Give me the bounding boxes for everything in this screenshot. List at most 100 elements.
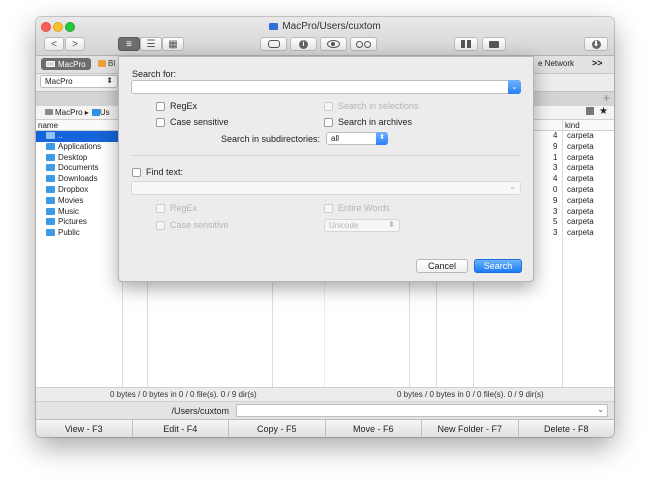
grid-icon: ▦: [168, 38, 178, 50]
case-sensitive2-checkbox[interactable]: Case sensitive: [156, 220, 229, 230]
updown-icon: ⬍: [376, 132, 388, 145]
chevron-down-icon[interactable]: ⌄: [508, 80, 521, 94]
forward-button[interactable]: >: [65, 37, 85, 51]
encoding-value: Unicode: [329, 221, 359, 230]
chevron-down-icon[interactable]: ⌄: [509, 182, 516, 191]
hard-drive-icon: [46, 61, 55, 67]
file-kind: carpeta: [567, 217, 594, 227]
checkbox-box: [324, 101, 333, 111]
regex2-label: RegEx: [170, 203, 198, 213]
column-kind-header[interactable]: kind: [565, 121, 580, 130]
hard-drive-icon: [45, 109, 53, 115]
volume-value: MacPro: [45, 77, 73, 86]
list-icon: ≡: [126, 38, 132, 50]
search-files-button[interactable]: [350, 37, 377, 51]
two-panel-icon: [461, 40, 471, 48]
item-count: 9: [553, 195, 558, 205]
item-count: 4: [553, 131, 558, 140]
find-text-input[interactable]: ⌄: [131, 181, 521, 195]
checkbox-box: [156, 220, 165, 230]
detail-list-icon: ☰: [146, 38, 156, 50]
download-icon: ⬇: [591, 39, 601, 49]
find-text-checkbox[interactable]: Find text:: [132, 167, 183, 177]
command-input[interactable]: ⌄: [236, 404, 608, 417]
checkbox-box: [156, 117, 165, 127]
cancel-button[interactable]: Cancel: [416, 259, 468, 273]
info-icon: i: [299, 39, 308, 49]
divider: [131, 155, 521, 156]
file-name: Downloads: [58, 174, 98, 184]
file-kind: carpeta: [567, 141, 594, 151]
drive-macpro-button[interactable]: MacPro: [41, 58, 91, 70]
new-folder-button[interactable]: New Folder - F7: [422, 420, 519, 437]
folder-icon: [46, 207, 55, 215]
square-icon[interactable]: [586, 107, 595, 115]
back-glyph: <: [51, 38, 57, 50]
folder-icon: [46, 132, 55, 139]
volume-select[interactable]: MacPro ⬍: [40, 75, 118, 88]
star-icon[interactable]: ★: [599, 106, 608, 117]
subdir-select[interactable]: all ⬍: [326, 132, 388, 145]
toggle-hidden-button[interactable]: [260, 37, 287, 51]
file-name: Applications: [58, 141, 102, 151]
terminal-button[interactable]: [482, 37, 506, 51]
entire-words-checkbox[interactable]: Entire Words: [324, 203, 390, 213]
search-button[interactable]: Search: [474, 259, 522, 273]
breadcrumb[interactable]: MacPro ▸ Us: [45, 108, 110, 117]
item-count: 4: [553, 174, 558, 184]
regex2-checkbox[interactable]: RegEx: [156, 203, 197, 213]
drive-peek-label: Bl: [108, 59, 116, 68]
view-button[interactable]: View - F3: [36, 420, 133, 437]
dual-panel-button[interactable]: [454, 37, 478, 51]
column-name-header[interactable]: name: [38, 121, 58, 130]
current-path-label: /Users/cuxtom: [171, 406, 229, 416]
detail-view-button[interactable]: ☰: [140, 37, 162, 51]
item-count: 1: [553, 152, 558, 162]
search-in-selections-checkbox[interactable]: Search in selections: [324, 101, 419, 111]
info-button[interactable]: i: [290, 37, 317, 51]
regex-checkbox[interactable]: RegEx: [156, 101, 197, 111]
encoding-select[interactable]: Unicode ⬍: [324, 219, 400, 232]
eye-icon: [327, 40, 340, 48]
search-for-label: Search for:: [132, 69, 177, 79]
file-kind: carpeta: [567, 163, 594, 173]
more-drives-button[interactable]: >>: [592, 58, 603, 68]
list-view-button[interactable]: ≡: [118, 37, 140, 51]
folder-icon: [269, 23, 279, 30]
case-sensitive-checkbox[interactable]: Case sensitive: [156, 117, 229, 127]
file-name: Desktop: [58, 152, 88, 162]
edit-button[interactable]: Edit - F4: [133, 420, 229, 437]
file-name: Music: [58, 206, 79, 216]
drive-label: MacPro: [58, 59, 86, 69]
function-key-bar: View - F3 Edit - F4 Copy - F5 Move - F6 …: [36, 419, 614, 437]
back-button[interactable]: <: [44, 37, 64, 51]
chevron-down-icon[interactable]: ⌄: [597, 405, 604, 414]
case-sensitive2-label: Case sensitive: [170, 220, 229, 230]
icon-view-button[interactable]: ▦: [162, 37, 184, 51]
updown-icon: ⬍: [388, 220, 395, 229]
updown-icon: ⬍: [106, 76, 113, 85]
checkbox-box: [156, 101, 165, 111]
file-kind: carpeta: [567, 195, 594, 205]
download-button[interactable]: ⬇: [584, 37, 608, 51]
search-in-archives-checkbox[interactable]: Search in archives: [324, 117, 412, 127]
folder-icon: [91, 109, 100, 116]
left-status: 0 bytes / 0 bytes in 0 / 0 file(s). 0 / …: [110, 390, 257, 399]
command-row: /Users/cuxtom ⌄: [36, 401, 614, 419]
file-kind: carpeta: [567, 152, 594, 162]
file-name: Documents: [58, 163, 99, 173]
drive-icon: [98, 60, 106, 67]
drive-other-button[interactable]: Bl: [98, 59, 115, 68]
file-name: Movies: [58, 195, 84, 205]
network-drive-button[interactable]: e Network: [538, 59, 574, 68]
search-input[interactable]: ⌄: [131, 80, 521, 94]
add-tab-icon[interactable]: +: [603, 91, 610, 105]
status-bar: 0 bytes / 0 bytes in 0 / 0 file(s). 0 / …: [36, 387, 614, 401]
copy-button[interactable]: Copy - F5: [229, 420, 326, 437]
delete-button[interactable]: Delete - F8: [519, 420, 615, 437]
right-status: 0 bytes / 0 bytes in 0 / 0 file(s). 0 / …: [397, 390, 544, 399]
search-in-selections-label: Search in selections: [338, 101, 419, 111]
move-button[interactable]: Move - F6: [326, 420, 422, 437]
preview-button[interactable]: [320, 37, 347, 51]
checkbox-box: [324, 117, 333, 127]
